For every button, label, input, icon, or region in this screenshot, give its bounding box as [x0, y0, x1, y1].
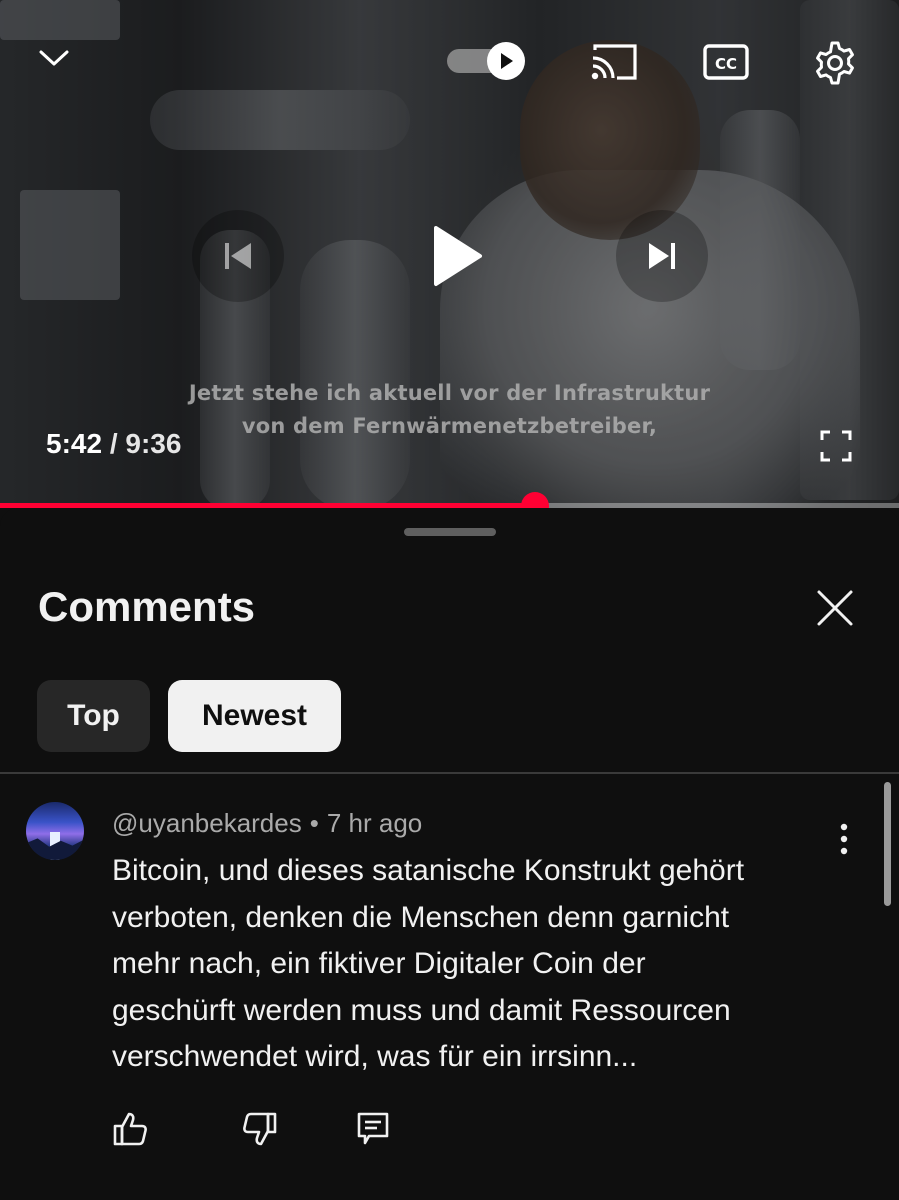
skip-next-icon [649, 243, 675, 269]
play-icon [487, 42, 525, 80]
fullscreen-icon [820, 430, 852, 462]
dislike-icon [243, 1112, 277, 1146]
play-icon [434, 226, 482, 286]
fullscreen-button[interactable] [814, 424, 858, 468]
comment-line: verboten, denken die Menschen denn garni… [112, 900, 730, 934]
filter-chip-top[interactable]: Top [37, 680, 150, 752]
time-display: 5:42 / 9:36 [46, 428, 181, 460]
autoplay-toggle[interactable] [447, 42, 531, 80]
close-icon [817, 590, 853, 626]
chevron-down-icon [39, 50, 69, 66]
captions-button[interactable]: CC [702, 40, 750, 84]
reply-icon [357, 1112, 389, 1145]
divider [0, 772, 899, 774]
comment-line: Bitcoin, und dieses satanische Konstrukt… [112, 854, 745, 887]
like-button[interactable] [108, 1106, 154, 1152]
next-button[interactable] [639, 233, 685, 279]
comment-text[interactable]: Bitcoin, und dieses satanische Konstrukt… [112, 848, 852, 1081]
svg-text:CC: CC [715, 55, 737, 73]
comment-line: geschürft werden muss und damit Ressourc… [112, 993, 731, 1027]
drag-handle[interactable] [404, 528, 496, 536]
comment-meta: @uyanbekardes • 7 hr ago [112, 808, 422, 839]
close-button[interactable] [810, 583, 860, 633]
comments-panel: Comments Top Newest @uyanbekardes • 7 hr a… [0, 508, 899, 1200]
cc-icon: CC [703, 44, 749, 80]
skip-previous-icon [225, 243, 251, 269]
subtitle-line: Jetzt stehe ich aktuell vor der Infrastr… [188, 381, 711, 405]
comment-time: 7 hr ago [326, 808, 423, 838]
like-icon [113, 1112, 147, 1146]
cast-button[interactable] [586, 38, 642, 86]
dislike-button[interactable] [236, 1106, 282, 1152]
filter-chip-newest[interactable]: Newest [168, 680, 341, 752]
avatar[interactable] [26, 802, 84, 860]
previous-button[interactable] [215, 233, 261, 279]
comments-title: Comments [38, 583, 256, 630]
reply-button[interactable] [350, 1106, 396, 1152]
duration: 9:36 [125, 428, 182, 459]
collapse-button[interactable] [34, 38, 74, 78]
comment-author[interactable]: @uyanbekardes [112, 808, 302, 838]
meta-separator: • [309, 808, 319, 838]
comment-line: verschwendet wird, was für ein irrsinn..… [112, 1040, 638, 1073]
comment-line: mehr nach, ein fiktiver Digitaler Coin d… [112, 947, 646, 980]
current-time: 5:42 [46, 428, 103, 459]
gear-icon [816, 41, 854, 85]
settings-button[interactable] [810, 38, 860, 88]
time-separator: / [102, 428, 126, 459]
play-button[interactable] [416, 214, 496, 298]
video-player[interactable]: CC Jetzt stehe ich aktuell vor der Infra… [0, 0, 899, 508]
cast-icon [591, 44, 637, 80]
scrollbar[interactable] [884, 782, 891, 906]
